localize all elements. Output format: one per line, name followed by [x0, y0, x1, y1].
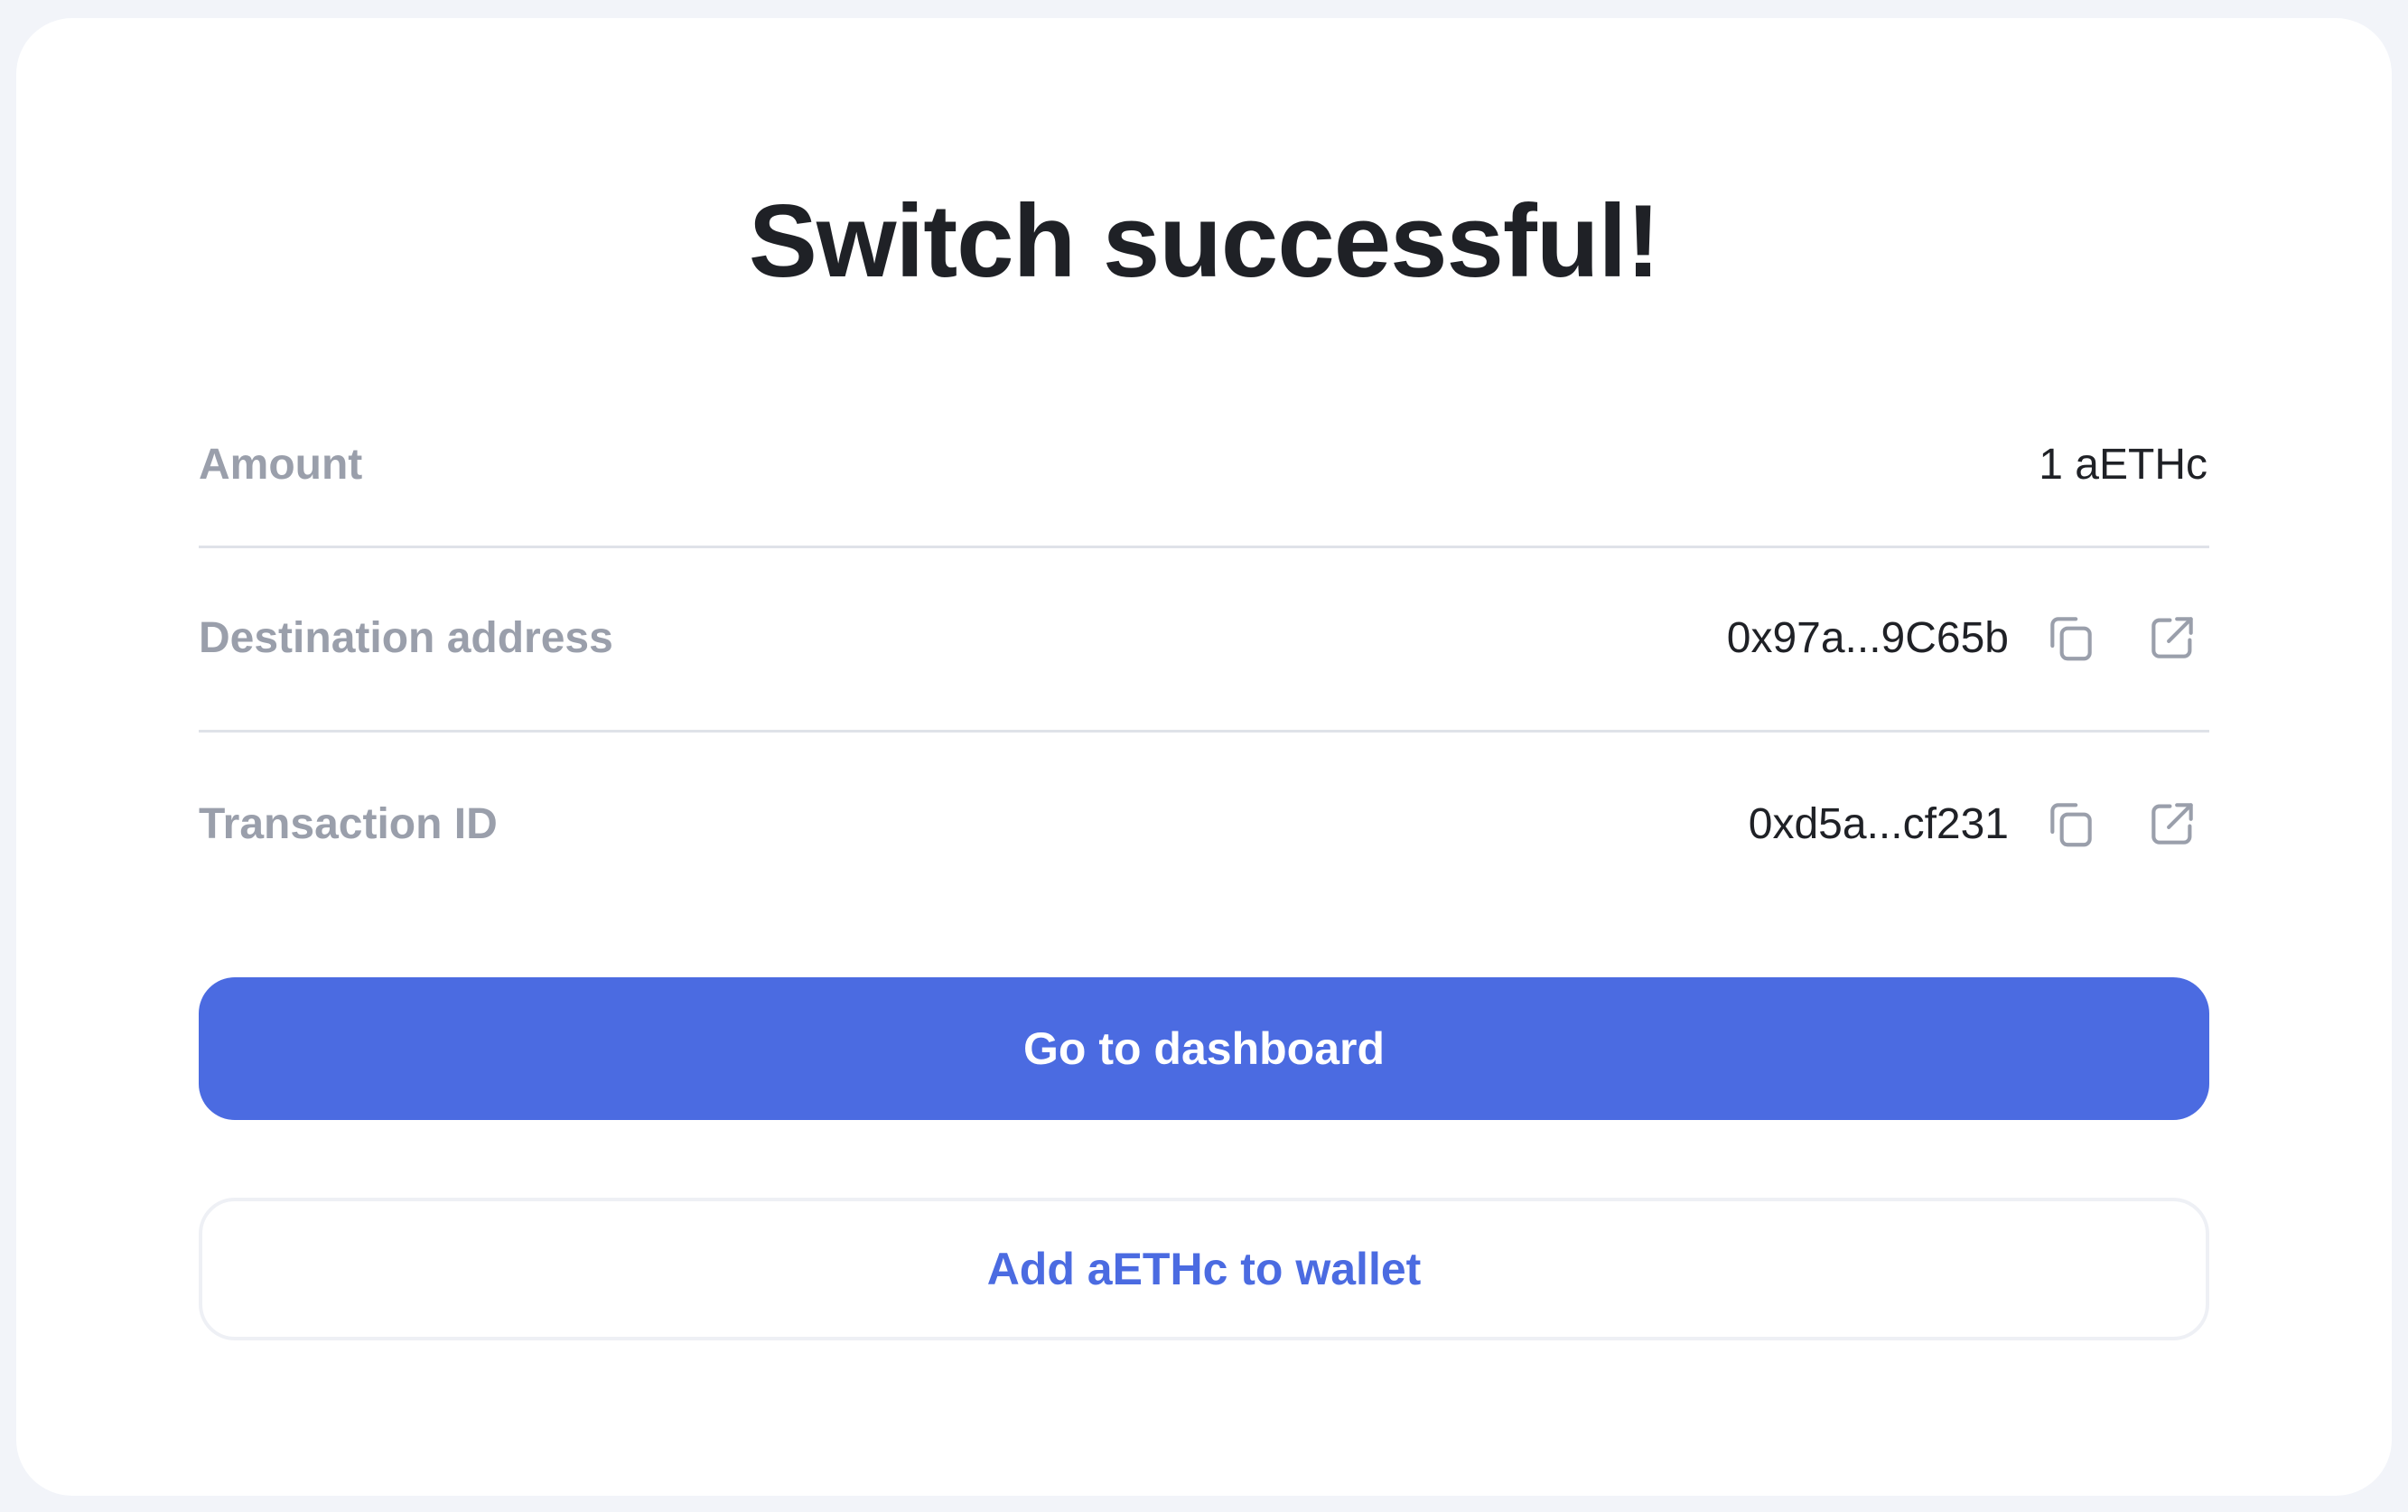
transaction-id-value: 0xd5a...cf231: [1748, 799, 2009, 848]
go-to-dashboard-button[interactable]: Go to dashboard: [199, 977, 2209, 1120]
destination-address-row: Destination address 0x97a...9C65b: [199, 593, 2209, 683]
transaction-id-row: Transaction ID 0xd5a...cf231: [199, 779, 2209, 869]
external-link-icon[interactable]: [2141, 792, 2204, 855]
destination-address-value: 0x97a...9C65b: [1726, 613, 2009, 662]
amount-value-wrap: 1 aETHc: [2039, 440, 2209, 490]
page-title: Switch successful!: [748, 184, 1660, 299]
destination-address-label: Destination address: [199, 613, 613, 662]
divider: [199, 546, 2209, 548]
add-to-wallet-button[interactable]: Add aETHc to wallet: [199, 1198, 2209, 1340]
external-link-icon[interactable]: [2141, 606, 2204, 669]
amount-value: 1 aETHc: [2039, 440, 2207, 489]
amount-label: Amount: [199, 440, 363, 489]
amount-row: Amount 1 aETHc: [199, 419, 2209, 509]
transaction-id-label: Transaction ID: [199, 799, 498, 848]
success-card: Switch successful! Amount 1 aETHc Destin…: [16, 18, 2392, 1496]
copy-icon[interactable]: [2039, 606, 2103, 669]
destination-address-value-wrap: 0x97a...9C65b: [1727, 606, 2209, 669]
transaction-id-value-wrap: 0xd5a...cf231: [1749, 792, 2209, 855]
copy-icon[interactable]: [2039, 792, 2103, 855]
divider: [199, 730, 2209, 733]
